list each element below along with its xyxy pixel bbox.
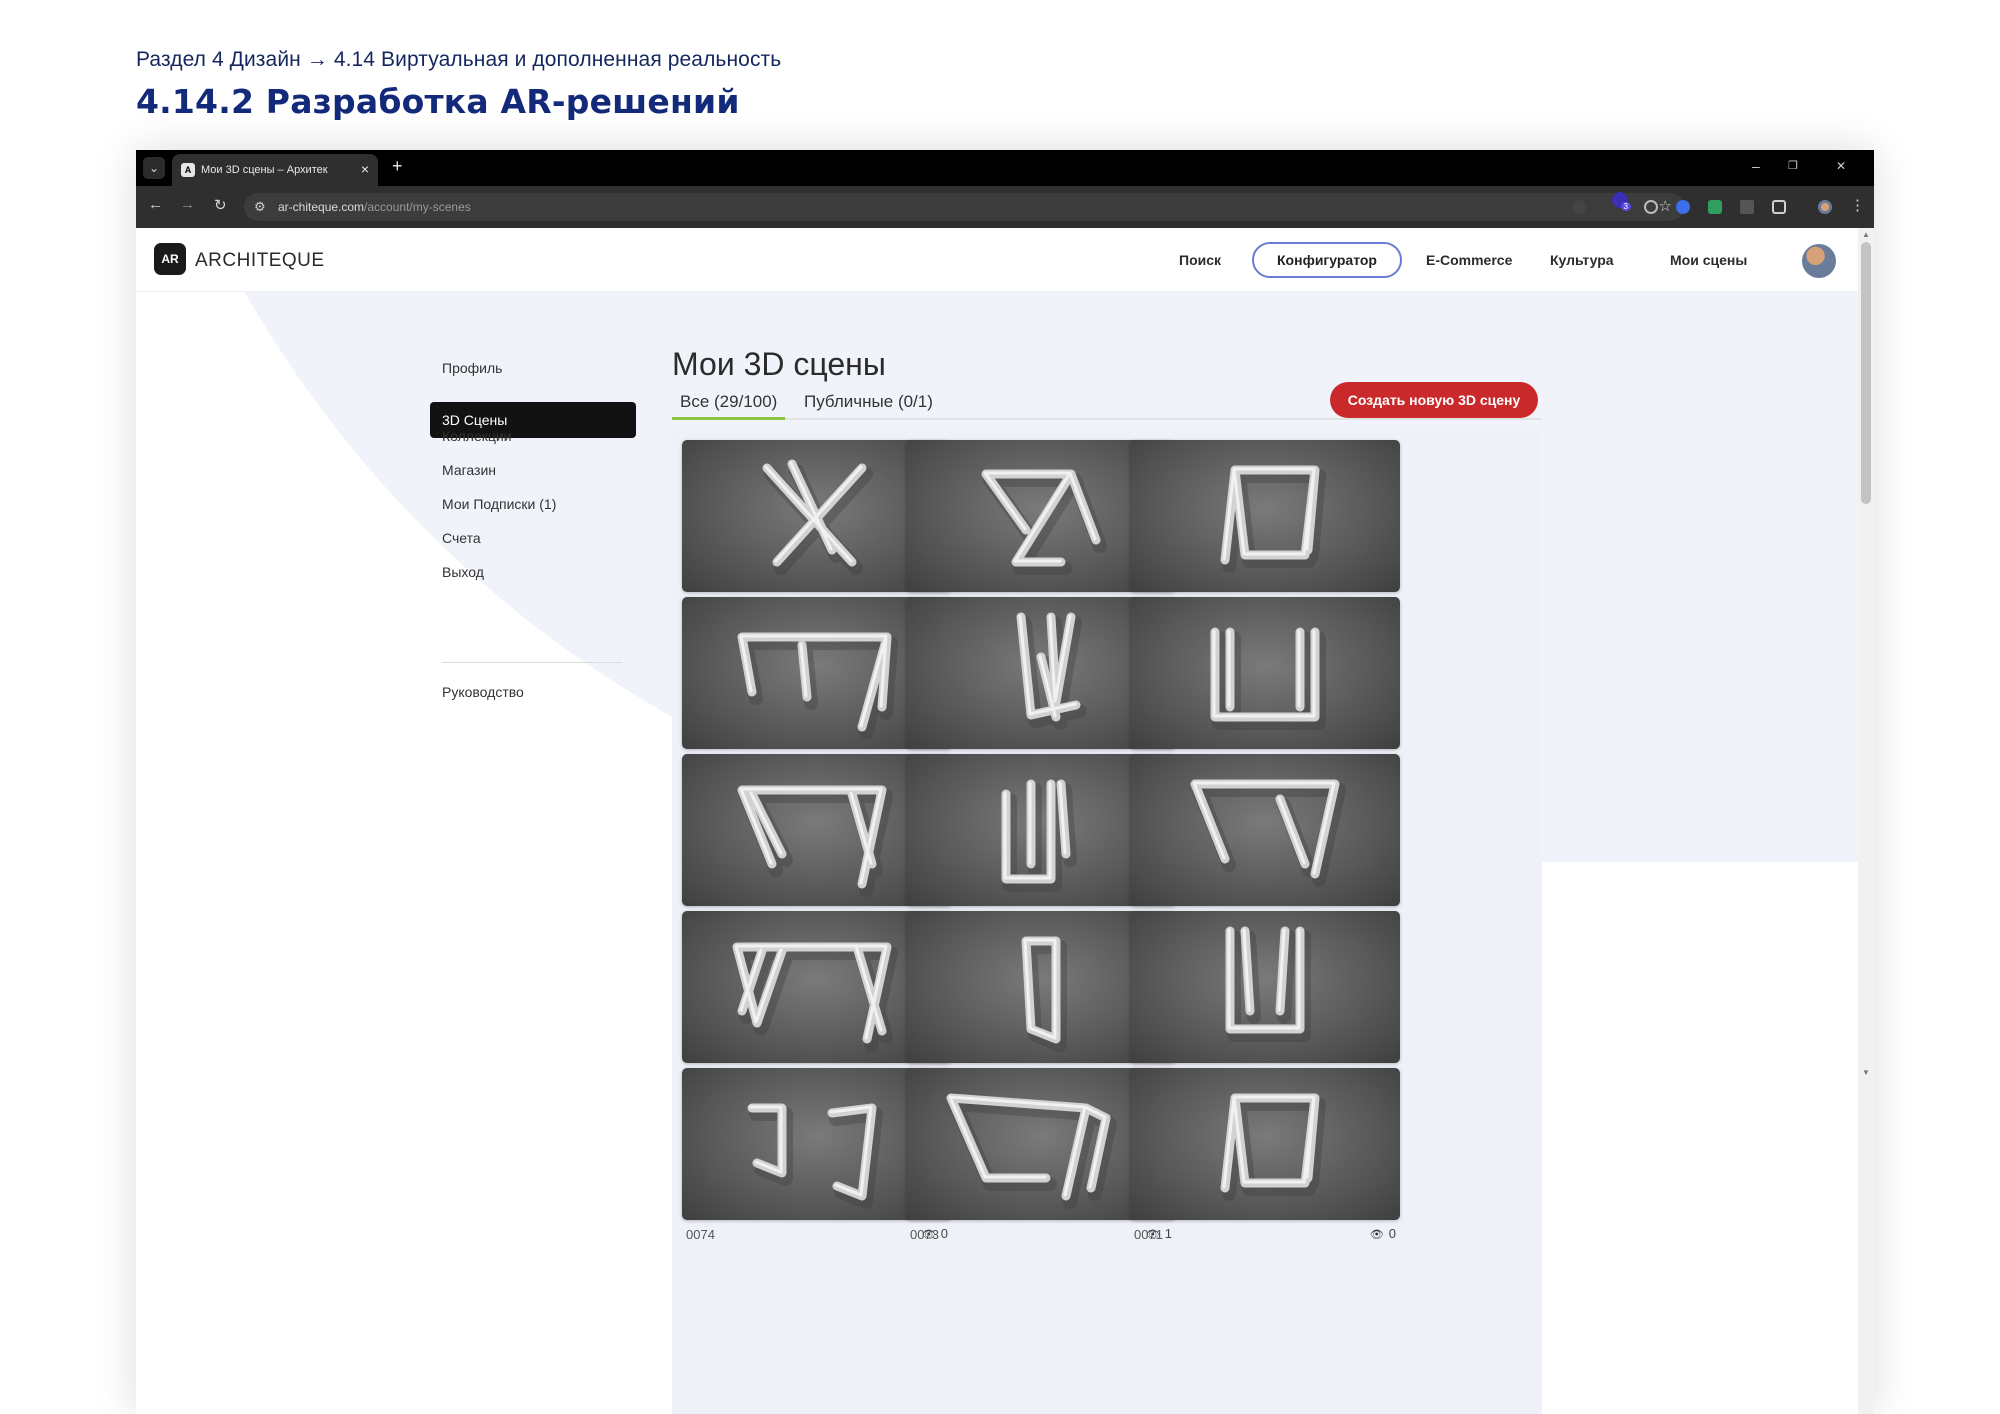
url-text[interactable]: ar-chiteque.com/account/my-scenes (278, 200, 471, 214)
scene-card[interactable]: 0082👁0 (1130, 597, 1400, 771)
page-body: Профиль 3D Сцены Коллекции Магазин Мои П… (136, 292, 1858, 1414)
tab-all-scenes[interactable]: Все (29/100) (672, 392, 786, 420)
minimize-button[interactable]: – (1752, 158, 1760, 174)
scene-card[interactable]: 0079👁0 (1130, 754, 1400, 928)
new-tab-button[interactable]: + (392, 156, 403, 177)
nav-culture[interactable]: Культура (1550, 252, 1614, 268)
tab-title: Мои 3D сцены – Архитек (201, 164, 328, 176)
scene-preview-trapezoid-legs (1220, 1093, 1326, 1201)
scene-card[interactable]: 0071 👁 0 (1130, 1068, 1400, 1242)
back-arrow-icon[interactable]: ← (148, 196, 163, 213)
extension-flag-icon[interactable] (1708, 200, 1722, 214)
scene-card[interactable]: 0085👁0 (1130, 440, 1400, 614)
scene-thumbnail[interactable] (1130, 1068, 1400, 1220)
site-header: AR ARCHITEQUE Поиск Конфигуратор E-Comme… (136, 228, 1858, 292)
address-toolbar: ← → ↻ ⚙ ar-chiteque.com/account/my-scene… (136, 186, 1874, 228)
browser-window: ⌄ A Мои 3D сцены – Архитек × + – ❐ ✕ ← →… (136, 150, 1874, 1414)
extension-pen-icon[interactable] (1740, 200, 1754, 214)
profile-avatar-icon[interactable] (1818, 200, 1832, 214)
eye-icon: 👁 (1369, 1229, 1384, 1241)
scene-name: 0071 (1134, 1227, 1163, 1242)
sidebar-item-invoices[interactable]: Счета (442, 530, 481, 546)
scene-meta: 0071 👁 0 (1130, 1220, 1400, 1242)
scene-preview-u-frame (1210, 627, 1326, 730)
page-scrollbar[interactable]: ▲ ▼ (1858, 228, 1874, 1414)
extension-badge-icon[interactable]: 3 (1612, 192, 1631, 211)
view-count: 0 (1388, 1226, 1396, 1241)
extensions-puzzle-icon[interactable] (1772, 200, 1786, 214)
sidebar-item-logout[interactable]: Выход (442, 564, 484, 580)
create-scene-button[interactable]: Создать новую 3D сцену (1330, 382, 1538, 418)
tab-public-scenes[interactable]: Публичные (0/1) (804, 392, 933, 412)
extension-badge-count: 3 (1620, 202, 1631, 211)
scene-views: 👁0 (1370, 1226, 1396, 1241)
scene-thumbnail[interactable] (1130, 440, 1400, 592)
bookmark-star-icon[interactable]: ☆ (1659, 197, 1672, 215)
restore-button[interactable]: ❐ (1788, 159, 1798, 172)
extension-lock-icon[interactable] (1572, 200, 1586, 214)
close-window-button[interactable]: ✕ (1836, 159, 1846, 173)
nav-my-scenes[interactable]: Мои сцены (1670, 252, 1747, 268)
url-domain: ar-chiteque.com (278, 200, 365, 214)
scene-thumbnail[interactable] (1130, 597, 1400, 749)
sidebar-item-guide[interactable]: Руководство (442, 684, 524, 700)
extension-circle-icon[interactable] (1644, 200, 1658, 214)
tab-search-icon[interactable]: ⌄ (143, 157, 165, 179)
browser-menu-icon[interactable]: ⋮ (1850, 196, 1865, 214)
scroll-thumb[interactable] (1861, 242, 1871, 504)
nav-ecommerce[interactable]: E-Commerce (1426, 252, 1512, 268)
nav-configurator[interactable]: Конфигуратор (1252, 242, 1402, 278)
scene-card[interactable]: 0075👁0 (1130, 911, 1400, 1085)
address-bar[interactable]: ⚙ ar-chiteque.com/account/my-scenes ☆ (244, 193, 1684, 221)
tab-close-icon[interactable]: × (361, 161, 369, 177)
tab-favicon-icon: A (181, 163, 195, 177)
scene-preview-trapezoid-legs (1220, 465, 1326, 573)
scroll-down-icon[interactable]: ▼ (1862, 1068, 1870, 1077)
document-breadcrumb: Раздел 4 Дизайн → 4.14 Виртуальная и доп… (136, 48, 782, 71)
document-title: 4.14.2 Разработка AR-решений (136, 82, 740, 121)
scene-preview-tall-u-legs (1225, 926, 1311, 1042)
url-path: /account/my-scenes (364, 200, 471, 214)
user-avatar[interactable] (1802, 244, 1836, 278)
browser-tab[interactable]: A Мои 3D сцены – Архитек × (172, 154, 378, 186)
tab-strip: ⌄ A Мои 3D сцены – Архитек × + – ❐ ✕ (136, 150, 1874, 186)
scene-thumbnail[interactable] (1130, 754, 1400, 906)
sidebar-item-subscriptions[interactable]: Мои Подписки (1) (442, 496, 556, 512)
reload-icon[interactable]: ↻ (214, 196, 227, 214)
sidebar-item-shop[interactable]: Магазин (442, 462, 496, 478)
scene-thumbnail[interactable] (1130, 911, 1400, 1063)
page-title: Мои 3D сцены (672, 346, 886, 382)
scene-name: 0074 (686, 1227, 715, 1242)
logo-icon[interactable]: AR (154, 243, 186, 275)
scene-preview-trapezoid-table (1190, 779, 1346, 887)
nav-search[interactable]: Поиск (1179, 252, 1221, 268)
forward-arrow-icon[interactable]: → (180, 196, 195, 213)
sidebar-item-collections[interactable]: Коллекции (442, 428, 512, 444)
sidebar-item-profile[interactable]: Профиль (442, 360, 502, 376)
sidebar-divider (442, 662, 622, 663)
site-settings-icon[interactable]: ⚙ (254, 199, 266, 215)
logo-text[interactable]: ARCHITEQUE (195, 250, 325, 272)
scene-name: 0073 (910, 1227, 939, 1242)
extension-discord-icon[interactable] (1676, 200, 1690, 214)
tabs-underline (672, 418, 1542, 420)
document-header: Раздел 4 Дизайн → 4.14 Виртуальная и доп… (136, 48, 781, 121)
scroll-up-icon[interactable]: ▲ (1862, 230, 1870, 239)
